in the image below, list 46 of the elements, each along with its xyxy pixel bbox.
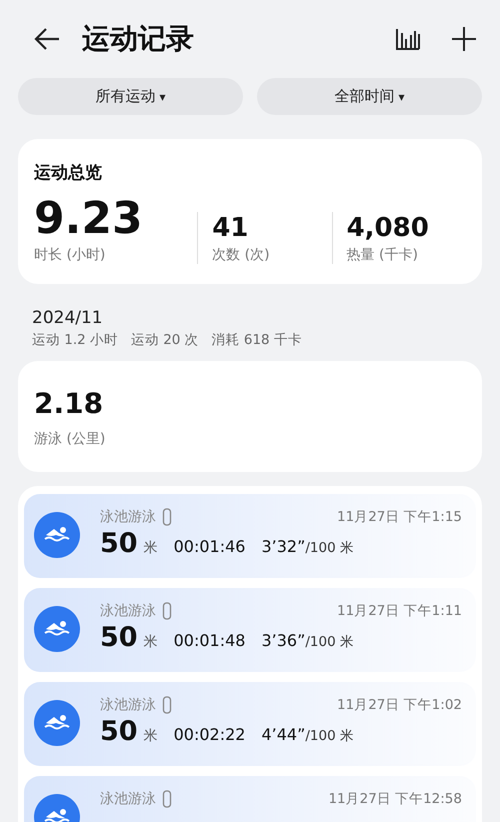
band-icon <box>162 508 172 526</box>
swimming-icon <box>34 700 80 746</box>
record-name: 泳池游泳 <box>100 508 156 526</box>
band-icon <box>162 790 172 808</box>
record-time: 11月27日 下午1:02 <box>337 696 462 714</box>
month-summary: 运动 1.2 小时 运动 20 次 消耗 618 千卡 <box>32 331 303 349</box>
record-distance: 50 <box>100 716 138 747</box>
record-pace: 3’32”/100 米 <box>261 537 354 557</box>
record-name: 泳池游泳 <box>100 602 156 620</box>
record-name: 泳池游泳 <box>100 790 156 808</box>
distance-unit: 米 <box>144 727 158 745</box>
stat-value: 9.23 <box>34 194 144 244</box>
month-title: 2024/11 <box>32 308 104 328</box>
distance-unit: 米 <box>144 539 158 557</box>
record-time: 11月27日 下午12:58 <box>328 790 462 808</box>
record-pace: 3’36”/100 米 <box>261 631 354 651</box>
record-time: 11月27日 下午1:11 <box>337 602 462 620</box>
card-title: 运动总览 <box>34 162 103 184</box>
record-duration: 00:02:22 <box>174 725 246 744</box>
record-distance: 50 <box>100 528 138 559</box>
stat-value: 41 <box>212 212 250 244</box>
stat-label: 热量 (千卡) <box>346 246 419 264</box>
record-name: 泳池游泳 <box>100 696 156 714</box>
swimming-icon <box>34 512 80 558</box>
band-icon <box>162 696 172 714</box>
stat-value: 4,080 <box>346 212 430 244</box>
record-duration: 00:01:46 <box>174 537 246 556</box>
swim-label: 游泳 (公里) <box>34 430 106 448</box>
distance-unit: 米 <box>144 633 158 651</box>
band-icon <box>162 602 172 620</box>
record-row[interactable]: 泳池游泳 11月27日 下午12:58 <box>24 776 476 822</box>
record-row[interactable]: 泳池游泳 11月27日 下午1:02 50 米 00:02:22 4’44”/100 米 <box>24 682 476 766</box>
record-row[interactable]: 泳池游泳 11月27日 下午1:15 50 米 00:01:46 3’32”/100 米 <box>24 494 476 578</box>
record-distance: 50 <box>100 622 138 653</box>
stat-label: 次数 (次) <box>212 246 271 264</box>
record-row[interactable]: 泳池游泳 11月27日 下午1:11 50 米 00:01:48 3’36”/100 米 <box>24 588 476 672</box>
filter-dropdown[interactable]: 所有运动 ▾ <box>18 78 243 115</box>
record-pace: 4’44”/100 米 <box>261 725 354 745</box>
page-title: 运动记录 <box>82 21 195 57</box>
swimming-icon <box>34 606 80 652</box>
add-icon[interactable] <box>450 25 478 53</box>
stat-label: 时长 (小时) <box>34 246 106 264</box>
record-duration: 00:01:48 <box>174 631 246 650</box>
swim-distance: 2.18 <box>34 387 104 420</box>
filter-dropdown[interactable]: 全部时间 ▾ <box>257 78 482 115</box>
record-time: 11月27日 下午1:15 <box>337 508 462 526</box>
